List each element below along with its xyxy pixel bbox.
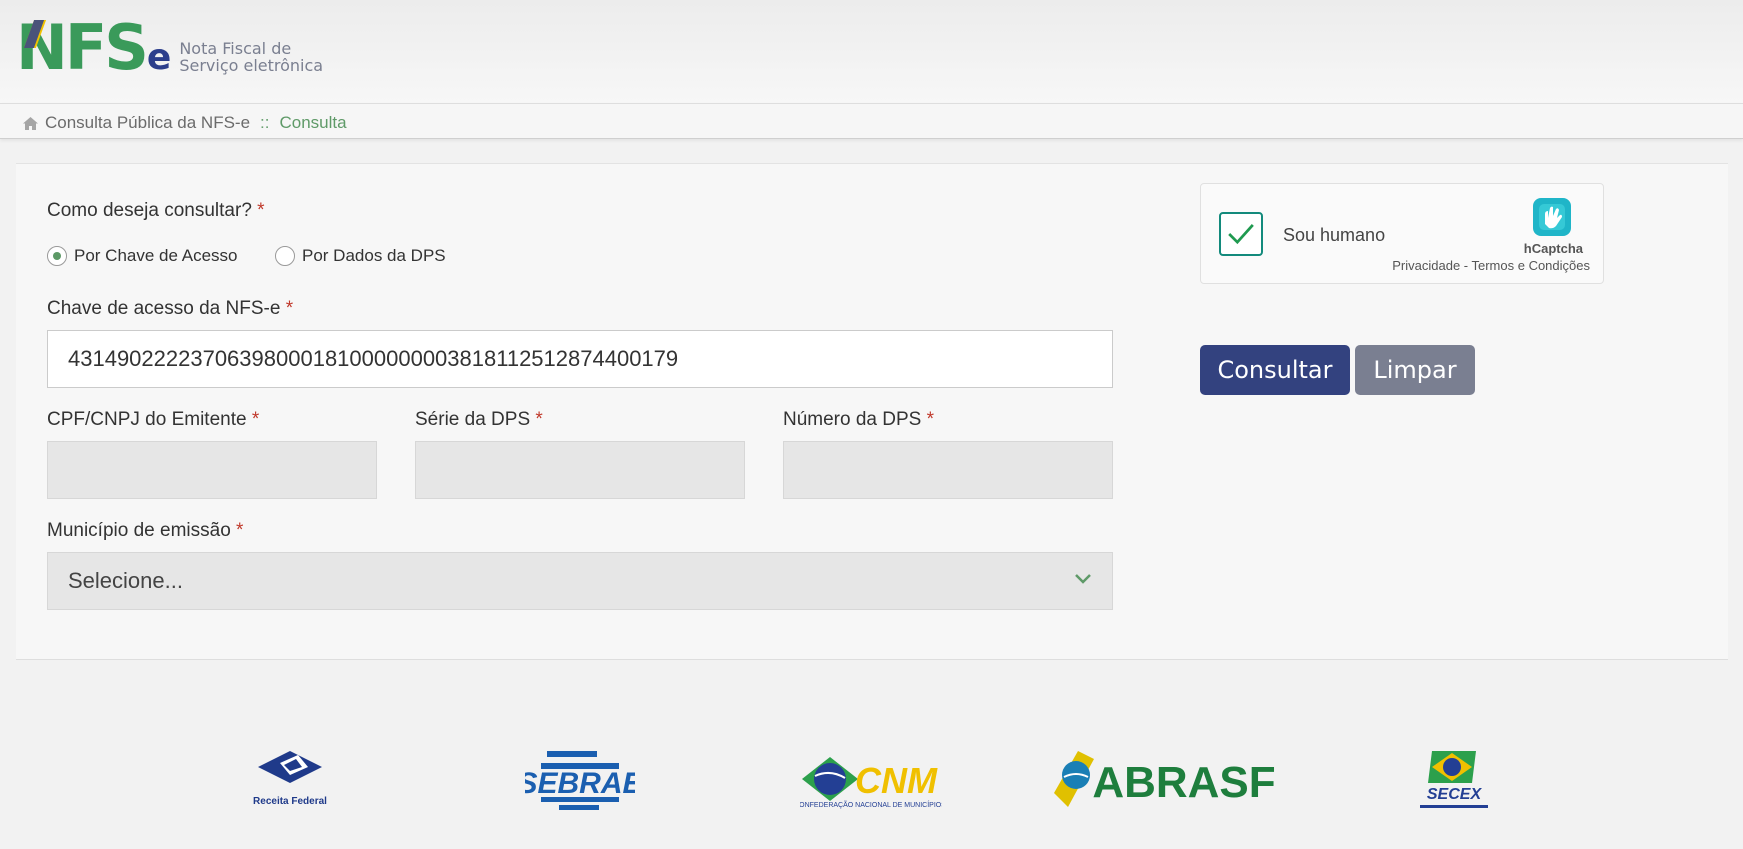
receita-caption: Receita Federal xyxy=(253,796,327,807)
breadcrumb: Consulta Pública da NFS-e :: Consulta xyxy=(22,113,347,133)
hcaptcha-widget: Sou humano hCaptcha Privacidade - Termos… xyxy=(1200,183,1604,284)
radio-circle-unchecked[interactable] xyxy=(275,246,295,266)
cpf-cnpj-label: CPF/CNPJ do Emitente * xyxy=(47,409,260,430)
breadcrumb-item-consulta: Consulta xyxy=(279,113,347,132)
logo-subtitle-line1: Nota Fiscal de xyxy=(179,39,292,58)
query-type-label: Como deseja consultar? * xyxy=(47,200,265,221)
radio-por-chave-label: Por Chave de Acesso xyxy=(74,246,238,265)
chave-acesso-value: 4314902222370639800018100000000381811251… xyxy=(68,346,679,371)
sebrae-text: SEBRAE xyxy=(525,767,635,800)
breadcrumb-item-consulta-publica[interactable]: Consulta Pública da NFS-e xyxy=(45,113,250,133)
logo-subtitle: Nota Fiscal de Serviço eletrônica xyxy=(179,40,323,74)
logo-e-text: e xyxy=(146,37,172,78)
nfse-logo[interactable]: NFS e Nota Fiscal de Serviço eletrônica xyxy=(16,11,323,84)
chave-acesso-input[interactable]: 4314902222370639800018100000000381811251… xyxy=(47,330,1113,388)
captcha-brand: hCaptcha xyxy=(1523,241,1583,256)
cnm-text: CNM xyxy=(855,760,938,801)
chevron-down-icon xyxy=(1075,574,1091,584)
chave-acesso-label: Chave de acesso da NFS-e * xyxy=(47,298,294,319)
numero-dps-label: Número da DPS * xyxy=(783,409,935,430)
receita-federal-logo[interactable]: Receita Federal xyxy=(250,749,330,809)
header: NFS e Nota Fiscal de Serviço eletrônica xyxy=(0,0,1743,103)
abrasf-logo[interactable]: ABRASF xyxy=(1050,747,1276,813)
captcha-checkbox[interactable] xyxy=(1219,212,1263,256)
cnm-caption: CONFEDERAÇÃO NACIONAL DE MUNICÍPIOS xyxy=(800,800,942,809)
secex-text: SECEX xyxy=(1427,786,1483,803)
municipio-select-value: Selecione... xyxy=(68,568,183,593)
serie-dps-label: Série da DPS * xyxy=(415,409,543,430)
logo-subtitle-line2: Serviço eletrônica xyxy=(179,56,324,75)
sebrae-logo[interactable]: SEBRAE xyxy=(517,749,643,811)
municipio-select[interactable]: Selecione... xyxy=(47,552,1113,610)
logo-nfs-text: NFS xyxy=(16,11,149,84)
radio-por-dados-label: Por Dados da DPS xyxy=(302,246,446,265)
radio-circle-checked[interactable] xyxy=(47,246,67,266)
serie-dps-input[interactable] xyxy=(415,441,745,499)
captcha-label: Sou humano xyxy=(1283,225,1386,245)
breadcrumb-separator: :: xyxy=(260,113,270,132)
radio-por-dados[interactable]: Por Dados da DPS xyxy=(275,246,446,266)
numero-dps-input[interactable] xyxy=(783,441,1113,499)
limpar-button[interactable]: Limpar xyxy=(1355,345,1475,395)
cnm-logo[interactable]: CNM CONFEDERAÇÃO NACIONAL DE MUNICÍPIOS xyxy=(794,749,946,811)
secex-logo[interactable]: SECEX xyxy=(1412,747,1496,813)
abrasf-text: ABRASF xyxy=(1092,758,1275,807)
footer-partner-logos: Receita Federal SEBRAE CNM CONFEDERAÇÃO … xyxy=(0,685,1743,849)
cpf-cnpj-input[interactable] xyxy=(47,441,377,499)
municipio-label: Município de emissão * xyxy=(47,520,244,541)
hcaptcha-logo-icon xyxy=(1533,198,1571,236)
breadcrumb-bar: Consulta Pública da NFS-e :: Consulta xyxy=(0,103,1743,139)
check-icon xyxy=(1228,223,1254,245)
radio-por-chave[interactable]: Por Chave de Acesso xyxy=(47,246,237,266)
captcha-links[interactable]: Privacidade - Termos e Condições xyxy=(1392,258,1590,273)
consultar-button[interactable]: Consultar xyxy=(1200,345,1350,395)
home-icon[interactable] xyxy=(22,116,39,131)
